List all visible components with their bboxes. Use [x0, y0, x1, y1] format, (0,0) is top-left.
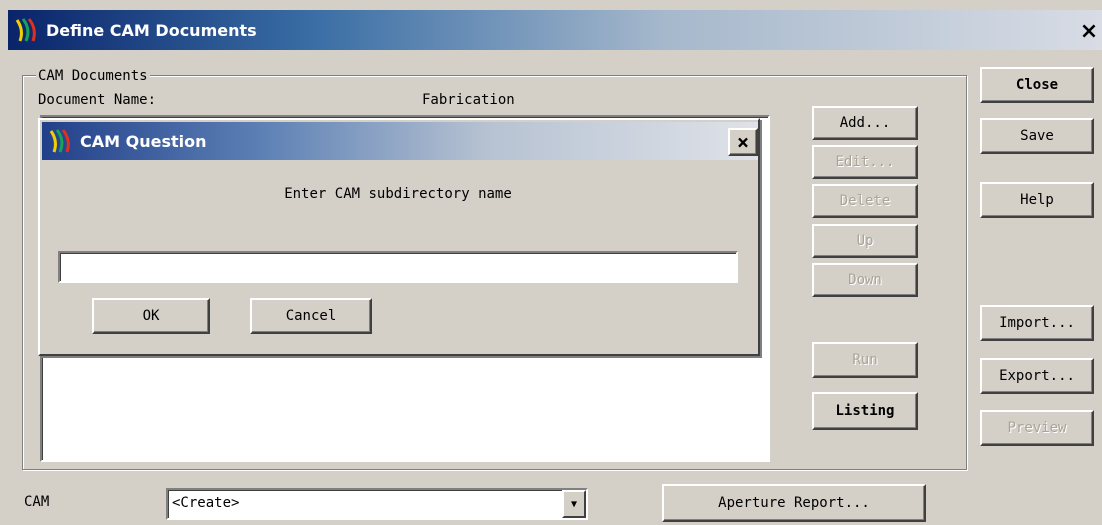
cam-documents-group-label: CAM Documents — [36, 67, 150, 85]
edit-button[interactable]: Edit... — [812, 145, 918, 179]
window-title: Define CAM Documents — [46, 20, 257, 40]
cam-select-value: <Create> — [172, 495, 240, 511]
up-button[interactable]: Up — [812, 224, 918, 258]
main-title-bar: Define CAM Documents — [8, 10, 1102, 50]
delete-button[interactable]: Delete — [812, 184, 918, 218]
dialog-close-button[interactable]: × — [728, 128, 758, 156]
app-logo-icon — [15, 18, 36, 42]
add-button[interactable]: Add... — [812, 106, 918, 140]
preview-button[interactable]: Preview — [980, 410, 1094, 446]
help-button[interactable]: Help — [980, 182, 1094, 218]
export-button[interactable]: Export... — [980, 358, 1094, 394]
close-button[interactable]: Close — [980, 67, 1094, 103]
down-button[interactable]: Down — [812, 263, 918, 297]
cam-label: CAM — [24, 494, 50, 510]
close-icon: × — [736, 130, 750, 154]
cam-select[interactable]: <Create> ▼ — [166, 488, 588, 520]
dialog-title-bar: CAM Question — [42, 122, 758, 160]
window-close-button[interactable]: × — [1078, 18, 1100, 44]
column-header-document-name: Document Name: — [38, 92, 157, 108]
dialog-prompt: Enter CAM subdirectory name — [284, 186, 512, 202]
listing-button[interactable]: Listing — [812, 392, 918, 430]
cam-select-dropdown-button[interactable]: ▼ — [562, 490, 586, 518]
ok-button[interactable]: OK — [92, 298, 210, 334]
chevron-down-icon: ▼ — [570, 498, 578, 510]
cancel-button[interactable]: Cancel — [250, 298, 372, 334]
aperture-report-button[interactable]: Aperture Report... — [662, 484, 926, 522]
run-button[interactable]: Run — [812, 342, 918, 378]
dialog-title: CAM Question — [80, 131, 207, 151]
app-logo-icon — [49, 129, 70, 153]
save-button[interactable]: Save — [980, 118, 1094, 154]
column-header-fabrication: Fabrication — [422, 92, 515, 108]
import-button[interactable]: Import... — [980, 305, 1094, 341]
close-icon: × — [1079, 18, 1099, 44]
subdirectory-name-input[interactable] — [58, 251, 738, 283]
cam-question-dialog: CAM Question × Enter CAM subdirectory na… — [38, 118, 760, 356]
